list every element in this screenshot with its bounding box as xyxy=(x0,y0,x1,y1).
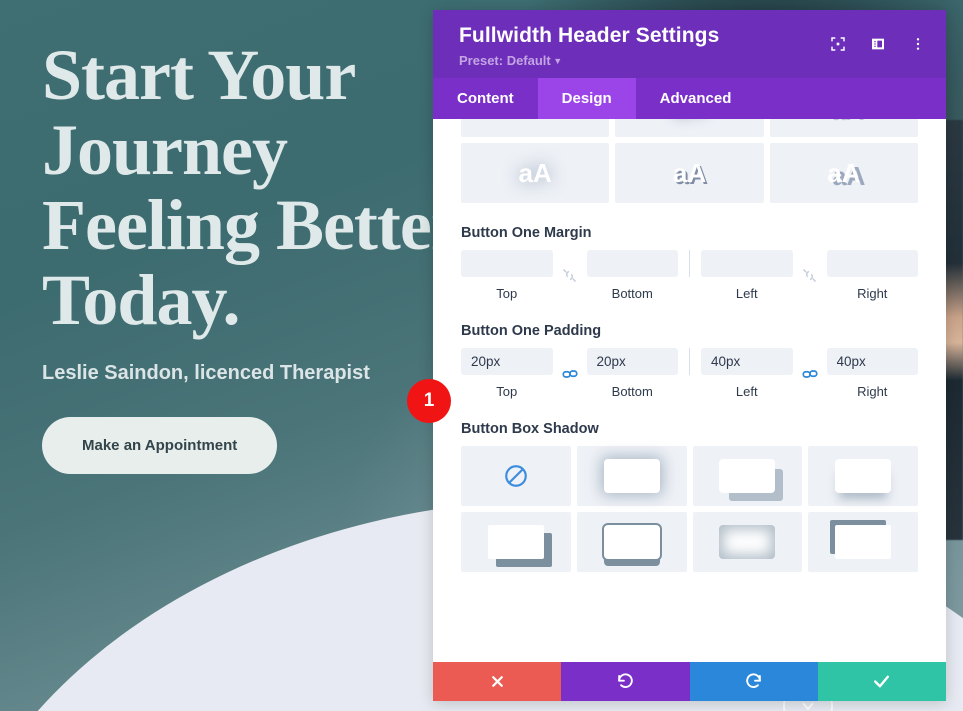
aa-glyph: aA xyxy=(518,157,552,188)
margin-bottom-label: Bottom xyxy=(611,286,653,301)
box-shadow-preset-top-left-offset[interactable] xyxy=(808,512,918,572)
margin-top-label: Top xyxy=(496,286,518,301)
box-shadow-preset-outer-glow[interactable] xyxy=(576,446,687,506)
modal-scroll-area: aA aA aA aA aA Button One Margin Top xyxy=(433,119,946,572)
tab-design[interactable]: Design xyxy=(537,78,636,119)
button-one-margin-label: Button One Margin xyxy=(461,225,592,241)
modal-header: Fullwidth Header Settings Preset: Defaul… xyxy=(433,10,946,78)
preset-selector[interactable]: Preset: Default ▼ xyxy=(459,53,920,68)
no-icon xyxy=(522,119,548,120)
padding-vertical-link-toggle[interactable] xyxy=(553,365,587,383)
hero-headline-line: Today. xyxy=(42,259,240,340)
padding-right-label: Right xyxy=(857,384,888,399)
box-shadow-preset-hard-offset[interactable] xyxy=(461,512,571,572)
hero-headline-line: Feeling Better xyxy=(42,184,463,265)
margin-left-label: Left xyxy=(735,286,758,301)
aa-glyph: aA xyxy=(673,119,706,123)
link-broken-icon xyxy=(803,269,816,282)
expand-icon[interactable] xyxy=(830,36,846,52)
button-box-shadow-label: Button Box Shadow xyxy=(461,421,599,437)
preset-label: Preset: Default xyxy=(459,53,551,68)
modal-header-actions xyxy=(830,36,926,52)
make-appointment-button[interactable]: Make an Appointment xyxy=(42,416,278,474)
button-one-padding-fields: Top Bottom Left xyxy=(461,348,918,399)
text-shadow-preset-grid: aA aA aA aA aA xyxy=(461,119,918,203)
modal-tabs: Content Design Advanced xyxy=(433,78,946,119)
aa-glyph: aA xyxy=(672,157,707,188)
margin-right-input[interactable] xyxy=(826,250,918,277)
text-shadow-preset-soft-glow[interactable]: aA xyxy=(615,119,764,137)
redo-icon xyxy=(746,673,761,688)
padding-horizontal-link-toggle[interactable] xyxy=(793,365,827,383)
text-shadow-preset-long-drop[interactable]: aA xyxy=(769,143,918,203)
box-shadow-preset-bottom-right-drop[interactable] xyxy=(692,446,803,506)
no-icon xyxy=(505,465,527,487)
undo-icon xyxy=(618,673,633,688)
close-button[interactable] xyxy=(433,662,562,701)
margin-vertical-link-toggle[interactable] xyxy=(553,267,587,284)
link-broken-icon xyxy=(563,269,576,282)
field-divider xyxy=(689,348,690,375)
tab-advanced[interactable]: Advanced xyxy=(636,78,756,119)
margin-left-input[interactable] xyxy=(701,250,793,277)
text-shadow-preset-wide-glow[interactable]: aA xyxy=(461,143,610,203)
aa-glyph: aA xyxy=(827,157,861,188)
link-icon xyxy=(561,369,578,378)
modal-action-bar xyxy=(433,662,946,701)
button-box-shadow-grid xyxy=(461,446,918,572)
tab-content[interactable]: Content xyxy=(433,78,538,119)
padding-bottom-input[interactable] xyxy=(586,348,678,375)
text-shadow-preset-none[interactable] xyxy=(461,119,610,137)
hero-headline-line: Start Your xyxy=(42,35,356,115)
box-shadow-preset-none[interactable] xyxy=(461,446,571,506)
text-shadow-preset-close-drop[interactable]: aA xyxy=(615,143,764,203)
button-one-padding-label: Button One Padding xyxy=(461,323,602,339)
padding-top-input[interactable] xyxy=(461,348,553,375)
aa-glyph: aA xyxy=(827,119,860,123)
text-shadow-preset-hard-offset[interactable]: aA xyxy=(769,119,918,137)
fullwidth-header-settings-modal: Fullwidth Header Settings Preset: Defaul… xyxy=(433,10,946,701)
undo-button[interactable] xyxy=(561,662,690,701)
layout-panel-icon[interactable] xyxy=(870,36,886,52)
close-icon xyxy=(491,676,503,687)
button-one-margin-fields: Top Bottom Left Right xyxy=(461,250,918,301)
box-shadow-preset-bottom-bar[interactable] xyxy=(576,512,687,572)
margin-horizontal-link-toggle[interactable] xyxy=(793,267,827,284)
margin-bottom-input[interactable] xyxy=(586,250,678,277)
redo-button[interactable] xyxy=(689,662,818,701)
modal-body: aA aA aA aA aA Button One Margin Top xyxy=(433,119,946,662)
step-marker-badge: 1 xyxy=(407,379,451,423)
box-shadow-preset-inner-glow[interactable] xyxy=(692,512,803,572)
padding-left-input[interactable] xyxy=(701,348,793,375)
padding-bottom-label: Bottom xyxy=(611,384,653,399)
field-divider xyxy=(689,250,690,277)
margin-right-label: Right xyxy=(857,286,888,301)
padding-right-input[interactable] xyxy=(826,348,918,375)
more-vertical-icon[interactable] xyxy=(910,36,926,52)
check-icon xyxy=(874,675,890,688)
box-shadow-preset-bottom-drop[interactable] xyxy=(808,446,918,506)
hero-headline-line: Journey xyxy=(42,109,288,190)
chevron-down-icon: ▼ xyxy=(550,56,563,66)
margin-top-input[interactable] xyxy=(461,250,553,277)
padding-top-label: Top xyxy=(496,384,518,399)
link-icon xyxy=(801,369,818,378)
padding-left-label: Left xyxy=(735,384,758,399)
save-button[interactable] xyxy=(817,662,946,701)
